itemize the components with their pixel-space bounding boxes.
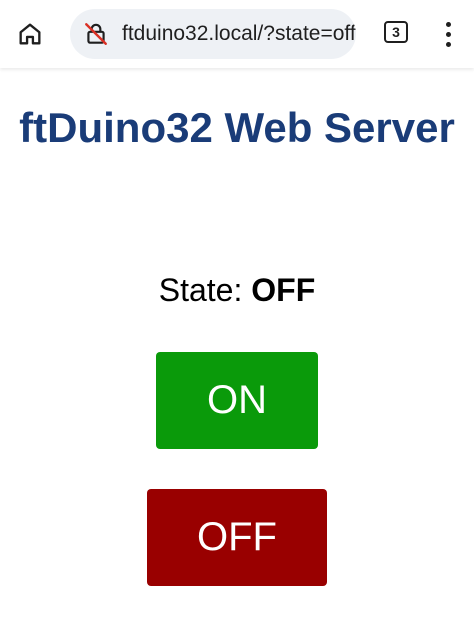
state-line: State: OFF bbox=[0, 272, 474, 309]
menu-dot bbox=[445, 21, 451, 27]
not-secure-lock-icon bbox=[85, 23, 107, 45]
home-button[interactable] bbox=[12, 16, 48, 52]
home-icon bbox=[19, 23, 41, 45]
menu-dot bbox=[445, 41, 451, 47]
security-indicator[interactable] bbox=[82, 20, 110, 48]
state-label: State: bbox=[158, 272, 243, 308]
more-vert-icon[interactable] bbox=[436, 16, 460, 52]
tab-switcher-button[interactable]: 3 bbox=[384, 21, 408, 43]
url-text[interactable]: ftduino32.local/?state=off bbox=[122, 22, 356, 46]
browser-toolbar: ftduino32.local/?state=off 3 bbox=[0, 0, 474, 68]
on-button[interactable]: ON bbox=[156, 352, 318, 449]
menu-dot bbox=[445, 31, 451, 37]
off-button[interactable]: OFF bbox=[147, 489, 327, 586]
page-title: ftDuino32 Web Server bbox=[19, 104, 455, 151]
address-bar[interactable]: ftduino32.local/?state=off bbox=[70, 9, 356, 59]
state-value: OFF bbox=[251, 272, 316, 308]
